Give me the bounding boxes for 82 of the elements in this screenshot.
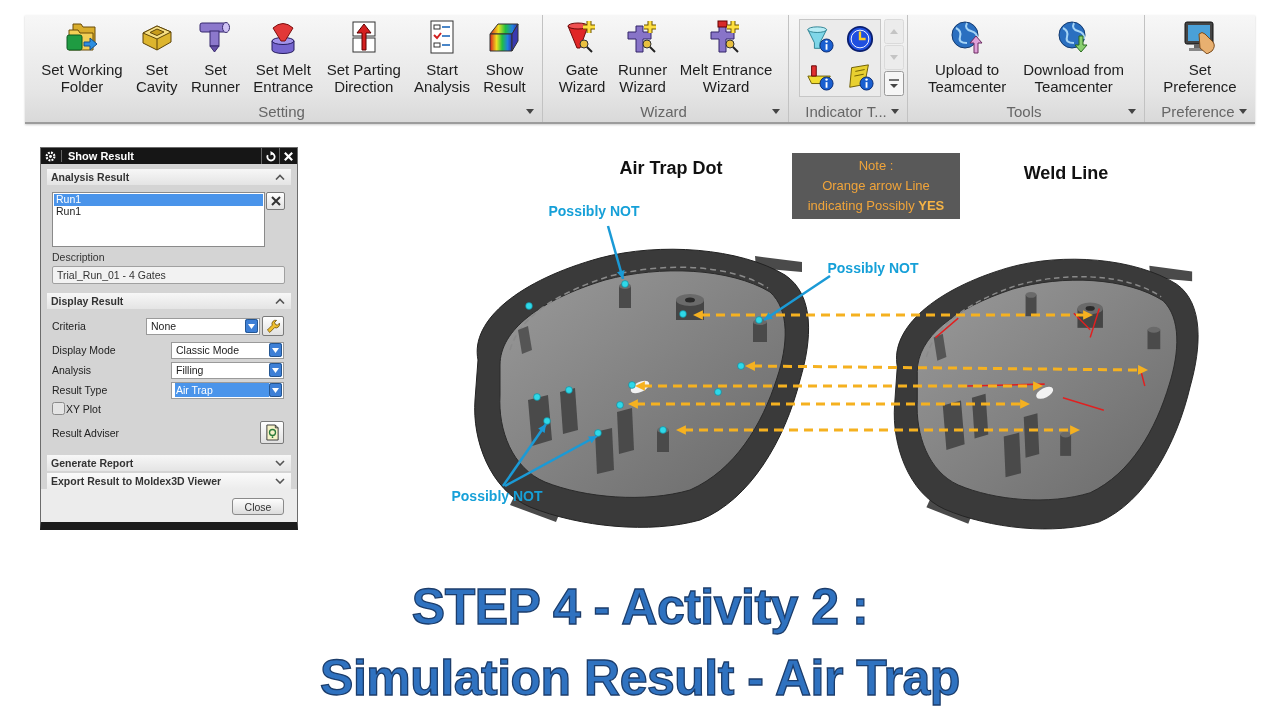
callout-label: Possibly NOT (548, 203, 640, 219)
gradient-block-icon (487, 20, 522, 54)
adviser-button[interactable] (260, 421, 284, 444)
callout-arrow (763, 274, 831, 322)
funnel-info-icon[interactable] (806, 25, 834, 53)
section-header[interactable]: Export Result to Moldex3D Viewer (47, 473, 291, 489)
toolbar-button[interactable]: Show Result (482, 15, 527, 95)
field-label: Analysis (52, 364, 92, 376)
callout-label: Possibly NOT (451, 488, 543, 504)
toolbar-button[interactable]: Set Working Folder (40, 15, 124, 95)
group-label: Tools (1006, 103, 1042, 120)
list-item[interactable]: Run1 (54, 205, 263, 217)
toolbar-button[interactable]: Runner Wizard (616, 15, 669, 95)
toolbar-button[interactable]: Melt Entrance Wizard (678, 15, 774, 95)
callout-arrow (606, 225, 625, 280)
field-label: Result Type (52, 384, 108, 396)
dropdown-arrow-icon (269, 363, 282, 377)
dropdown-arrow-icon[interactable] (1128, 109, 1136, 114)
group-label: Setting (258, 103, 305, 120)
close-button[interactable]: Close (232, 498, 284, 515)
toolbar-button[interactable]: Set Cavity (134, 15, 179, 95)
field-label: Criteria (52, 320, 86, 332)
toolbar-button[interactable]: Download from Teamcenter (1022, 15, 1126, 95)
description-field[interactable]: Trial_Run_01 - 4 Gates (52, 266, 285, 284)
wrench-icon (265, 318, 281, 334)
dropdown-arrow-icon (245, 319, 258, 333)
section-header[interactable]: Display Result (47, 293, 291, 309)
slide-title: STEP 4 - Activity 2 : (411, 578, 869, 637)
folder-icon (64, 20, 99, 54)
dropdown-arrow-icon[interactable] (891, 109, 899, 114)
chevron-up-icon[interactable] (275, 174, 285, 180)
dropdown-arrow-icon[interactable] (1239, 109, 1247, 114)
wrench-button[interactable] (262, 316, 284, 336)
field-label: Description (52, 251, 105, 263)
dropdown-arrow-icon (269, 383, 282, 397)
field-label: Result Adviser (52, 426, 120, 439)
sheet-info-icon[interactable] (846, 63, 874, 91)
toolbar-button[interactable]: Start Analysis (413, 15, 471, 95)
section-header[interactable]: Analysis Result (47, 169, 291, 185)
dropdown-field[interactable]: Filling (171, 361, 284, 379)
document-icon (264, 424, 280, 441)
group-label: Wizard (640, 103, 687, 120)
criteria-dropdown[interactable]: None (146, 317, 260, 335)
toolbar-button[interactable]: Upload to Teamcenter (926, 15, 1008, 95)
note-label: Note : Orange arrow Line indicating Possibly YES (792, 153, 960, 219)
checkbox-label: XY Plot (66, 402, 101, 415)
chevron-down-icon[interactable] (275, 460, 285, 466)
toolbar-button[interactable]: Gate Wizard (557, 15, 607, 95)
toolbar-button[interactable]: Set Melt Entrance (252, 15, 315, 95)
section-title: Analysis Result (51, 171, 130, 183)
close-icon (269, 195, 282, 207)
chevron-up-icon[interactable] (275, 298, 285, 304)
pipe-icon (198, 20, 233, 54)
slide-subtitle: Simulation Result - Air Trap (320, 649, 960, 708)
toolbar-button[interactable]: Set Parting Direction (325, 15, 402, 95)
section-title: Export Result to Moldex3D Viewer (51, 475, 222, 487)
toolbar-button[interactable]: Set Runner (189, 15, 242, 95)
globe-upload-icon (950, 20, 985, 54)
globe-download-icon (1056, 20, 1091, 54)
image-caption: Air Trap Dot (619, 157, 723, 179)
section-title: Display Result (51, 295, 124, 307)
field-label: Display Mode (52, 344, 116, 356)
remove-button[interactable] (266, 192, 285, 210)
more-icon[interactable] (884, 71, 904, 96)
chevron-down-icon[interactable] (275, 478, 285, 484)
dropdown-arrow-icon (269, 343, 282, 357)
dialog-title: Show Result (61, 150, 261, 162)
monitor-hand-icon (1183, 20, 1217, 54)
image-caption: Weld Line (1023, 162, 1109, 184)
gear-icon[interactable] (45, 150, 56, 162)
dropdown-field[interactable]: Classic Mode (171, 341, 284, 359)
dropdown-arrow-icon[interactable] (526, 109, 534, 114)
group-label: Preference (1161, 103, 1235, 120)
close-icon[interactable] (283, 150, 294, 162)
reset-icon[interactable] (265, 150, 276, 162)
dropdown-arrow-icon[interactable] (772, 109, 780, 114)
toolbar-button[interactable]: Set Preference (1162, 15, 1238, 95)
clock-icon[interactable] (846, 25, 874, 53)
gate-info-icon[interactable] (806, 63, 834, 91)
callout-label: Possibly NOT (827, 260, 919, 276)
checkbox[interactable] (52, 402, 65, 415)
group-label: Indicator T... (805, 103, 887, 120)
